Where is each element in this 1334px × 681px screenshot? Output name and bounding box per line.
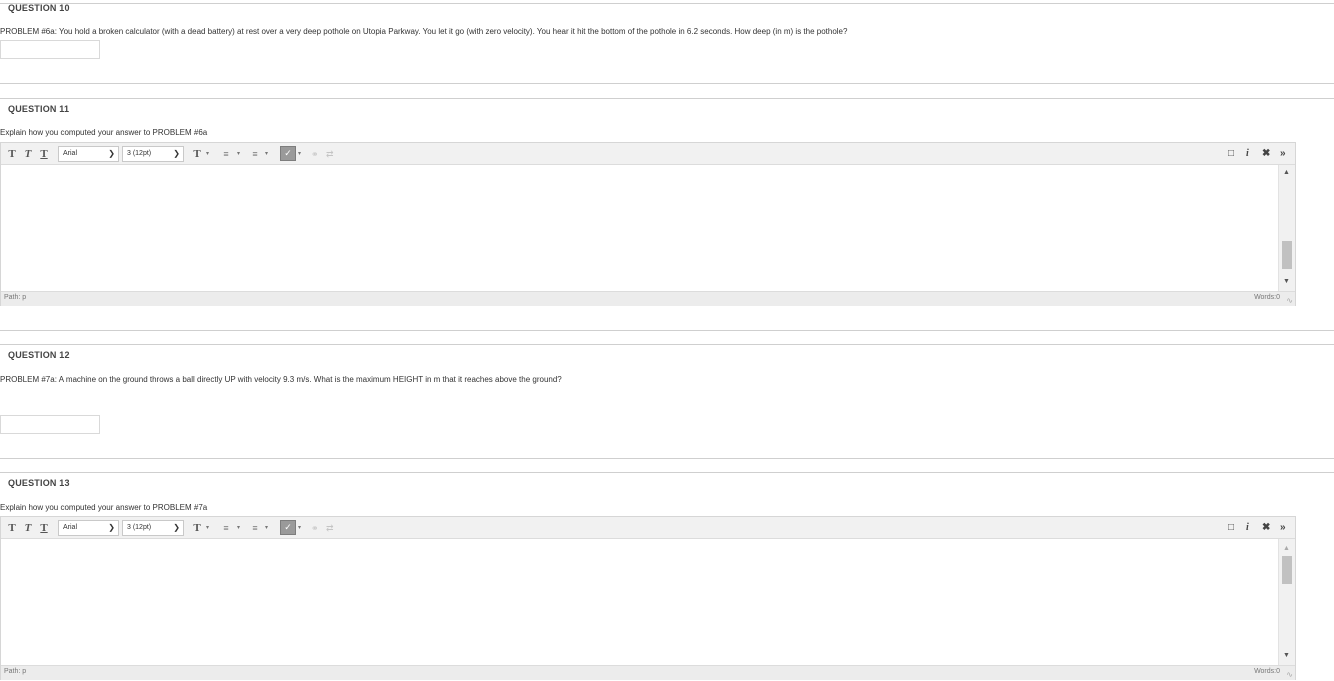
editor-statusbar: Path: p Words:0 ∿ — [1, 291, 1295, 306]
italic-i-icon[interactable]: i — [1246, 146, 1249, 162]
italic-t-icon[interactable]: T — [22, 146, 34, 162]
resize-grip-icon[interactable]: ∿ — [1286, 296, 1293, 305]
italic-i-icon[interactable]: i — [1246, 520, 1249, 536]
question-divider — [0, 3, 1334, 4]
question-divider — [0, 472, 1334, 473]
dropdown-arrow-icon[interactable]: ▾ — [237, 520, 240, 536]
path-label: Path: p — [4, 668, 27, 675]
unlink-icon[interactable]: ⇄ — [326, 146, 334, 162]
fullscreen-icon[interactable]: ✖ — [1262, 146, 1270, 162]
spellcheck-icon[interactable]: ✓ — [280, 146, 296, 161]
font-family-value: Arial — [63, 524, 78, 531]
question-divider — [0, 83, 1334, 84]
text-color-icon[interactable]: T — [191, 520, 203, 536]
editor-toolbar: T T T Arial ❯ 3 (12pt) ❯ T ▾ ≡ ▾ ≡ ▾ ✓ ▾ ⚭… — [1, 143, 1295, 165]
question-11-title: QUESTION 11 — [8, 104, 70, 114]
chevron-down-icon: ❯ — [108, 149, 115, 158]
bullet-list-icon[interactable]: ≡ — [220, 146, 232, 162]
scroll-up-icon[interactable]: ▲ — [1283, 169, 1290, 176]
path-label: Path: p — [4, 294, 27, 301]
question-13-title: QUESTION 13 — [8, 478, 70, 488]
resize-grip-icon[interactable]: ∿ — [1286, 670, 1293, 679]
question-divider — [0, 98, 1334, 99]
font-size-value: 3 (12pt) — [127, 150, 152, 157]
expand-toolbar-icon[interactable]: » — [1280, 520, 1286, 536]
preview-icon[interactable]: □ — [1228, 146, 1234, 162]
link-icon[interactable]: ⚭ — [311, 520, 319, 536]
dropdown-arrow-icon[interactable]: ▾ — [237, 146, 240, 162]
question-divider — [0, 458, 1334, 459]
chevron-down-icon: ❯ — [173, 149, 180, 158]
dropdown-arrow-icon[interactable]: ▾ — [265, 146, 268, 162]
question-divider — [0, 330, 1334, 331]
font-size-select[interactable]: 3 (12pt) ❯ — [122, 520, 184, 536]
question-12-answer-input[interactable] — [0, 415, 100, 434]
font-size-select[interactable]: 3 (12pt) ❯ — [122, 146, 184, 162]
preview-icon[interactable]: □ — [1228, 520, 1234, 536]
chevron-down-icon: ❯ — [173, 523, 180, 532]
fullscreen-icon[interactable]: ✖ — [1262, 520, 1270, 536]
bold-t-icon[interactable]: T — [6, 146, 18, 162]
dropdown-arrow-icon[interactable]: ▾ — [265, 520, 268, 536]
dropdown-arrow-icon[interactable]: ▾ — [298, 146, 301, 162]
italic-t-icon[interactable]: T — [22, 520, 34, 536]
editor-content-area[interactable] — [1, 539, 1278, 665]
link-icon[interactable]: ⚭ — [311, 146, 319, 162]
text-color-icon[interactable]: T — [191, 146, 203, 162]
scrollbar-thumb[interactable] — [1282, 556, 1292, 584]
scroll-down-icon[interactable]: ▼ — [1283, 278, 1290, 285]
question-divider — [0, 344, 1334, 345]
editor-scrollbar[interactable]: ▲ ▼ — [1278, 165, 1295, 291]
font-family-select[interactable]: Arial ❯ — [58, 146, 119, 162]
editor-scrollbar[interactable]: ▲ ▼ — [1278, 539, 1295, 665]
expand-toolbar-icon[interactable]: » — [1280, 146, 1286, 162]
editor-statusbar: Path: p Words:0 ∿ — [1, 665, 1295, 680]
editor-content-area[interactable] — [1, 165, 1278, 291]
numbered-list-icon[interactable]: ≡ — [249, 520, 261, 536]
chevron-down-icon: ❯ — [108, 523, 115, 532]
dropdown-arrow-icon[interactable]: ▾ — [298, 520, 301, 536]
dropdown-arrow-icon[interactable]: ▾ — [206, 520, 209, 536]
numbered-list-icon[interactable]: ≡ — [249, 146, 261, 162]
question-12-title: QUESTION 12 — [8, 350, 70, 360]
question-12-text: PROBLEM #7a: A machine on the ground thr… — [0, 375, 562, 384]
scroll-down-icon[interactable]: ▼ — [1283, 652, 1290, 659]
question-11-editor: T T T Arial ❯ 3 (12pt) ❯ T ▾ ≡ ▾ ≡ ▾ ✓ ▾ ⚭… — [0, 142, 1296, 306]
question-10-text: PROBLEM #6a: You hold a broken calculato… — [0, 27, 848, 36]
unlink-icon[interactable]: ⇄ — [326, 520, 334, 536]
question-10-title: QUESTION 10 — [8, 3, 70, 13]
underline-t-icon[interactable]: T — [38, 146, 50, 162]
scroll-up-icon[interactable]: ▲ — [1283, 545, 1290, 552]
font-family-select[interactable]: Arial ❯ — [58, 520, 119, 536]
editor-toolbar: T T T Arial ❯ 3 (12pt) ❯ T ▾ ≡ ▾ ≡ ▾ ✓ ▾ ⚭… — [1, 517, 1295, 539]
bold-t-icon[interactable]: T — [6, 520, 18, 536]
word-count: Words:0 — [1254, 668, 1280, 675]
question-13-editor: T T T Arial ❯ 3 (12pt) ❯ T ▾ ≡ ▾ ≡ ▾ ✓ ▾ ⚭… — [0, 516, 1296, 680]
font-family-value: Arial — [63, 150, 78, 157]
spellcheck-icon[interactable]: ✓ — [280, 520, 296, 535]
question-11-text: Explain how you computed your answer to … — [0, 128, 208, 137]
font-size-value: 3 (12pt) — [127, 524, 152, 531]
word-count: Words:0 — [1254, 294, 1280, 301]
underline-t-icon[interactable]: T — [38, 520, 50, 536]
question-10-answer-input[interactable] — [0, 40, 100, 59]
scrollbar-thumb[interactable] — [1282, 241, 1292, 269]
question-13-text: Explain how you computed your answer to … — [0, 503, 208, 512]
bullet-list-icon[interactable]: ≡ — [220, 520, 232, 536]
dropdown-arrow-icon[interactable]: ▾ — [206, 146, 209, 162]
